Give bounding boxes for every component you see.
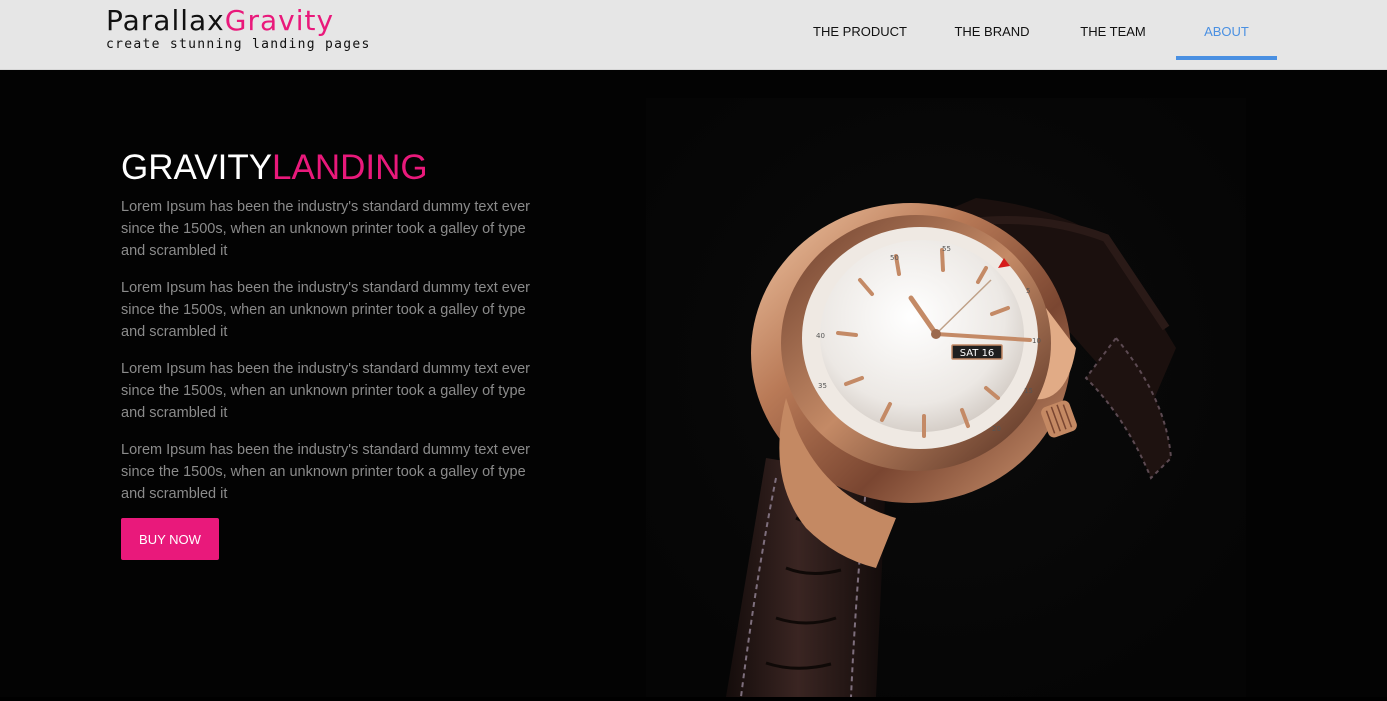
logo-title: ParallaxGravity bbox=[106, 4, 371, 38]
dial-number-15: 15 bbox=[1024, 387, 1033, 395]
hero-paragraph-4: Lorem Ipsum has been the industry's stan… bbox=[121, 442, 530, 502]
logo-word-parallax: Parallax bbox=[106, 4, 225, 37]
logo-word-gravity: Gravity bbox=[224, 4, 335, 37]
dial-number-55: 55 bbox=[942, 245, 951, 253]
nav-item-the-brand[interactable]: THE BRAND bbox=[926, 0, 1058, 70]
nav-item-the-team[interactable]: THE TEAM bbox=[1058, 0, 1168, 70]
nav-item-about[interactable]: ABOUT bbox=[1176, 0, 1277, 70]
nav-item-the-product[interactable]: THE PRODUCT bbox=[794, 0, 926, 70]
dial-number-5: 5 bbox=[1026, 287, 1030, 295]
buy-now-button[interactable]: BUY NOW bbox=[121, 518, 219, 560]
dial-number-10: 10 bbox=[1032, 337, 1041, 345]
dial-number-50: 50 bbox=[890, 254, 899, 262]
watch-date-window: SAT 16 bbox=[960, 348, 995, 359]
top-navbar: ParallaxGravity create stunning landing … bbox=[0, 0, 1387, 70]
dial-number-20: 20 bbox=[992, 425, 1001, 433]
watch-product-image: SAT 16 50 55 5 10 15 20 35 40 bbox=[646, 98, 1246, 698]
site-logo[interactable]: ParallaxGravity create stunning landing … bbox=[106, 4, 371, 52]
hero-paragraph-2: Lorem Ipsum has been the industry's stan… bbox=[121, 280, 530, 340]
hero-section: GRAVITYLANDING Lorem Ipsum has been the … bbox=[0, 70, 1387, 698]
hero-title-landing: LANDING bbox=[272, 148, 428, 187]
dial-number-40: 40 bbox=[816, 332, 825, 340]
hero-title-gravity: GRAVITY bbox=[121, 148, 273, 187]
hero-paragraph-1: Lorem Ipsum has been the industry's stan… bbox=[121, 199, 530, 259]
dial-number-35: 35 bbox=[818, 382, 827, 390]
hero-paragraph-3: Lorem Ipsum has been the industry's stan… bbox=[121, 361, 530, 421]
watch-illustration: SAT 16 50 55 5 10 15 20 35 40 bbox=[646, 98, 1246, 698]
main-nav: THE PRODUCT THE BRAND THE TEAM ABOUT bbox=[794, 0, 1277, 70]
hero-title: GRAVITYLANDING bbox=[121, 148, 541, 188]
logo-tagline: create stunning landing pages bbox=[106, 37, 371, 52]
hero-text-block: GRAVITYLANDING Lorem Ipsum has been the … bbox=[121, 148, 541, 560]
